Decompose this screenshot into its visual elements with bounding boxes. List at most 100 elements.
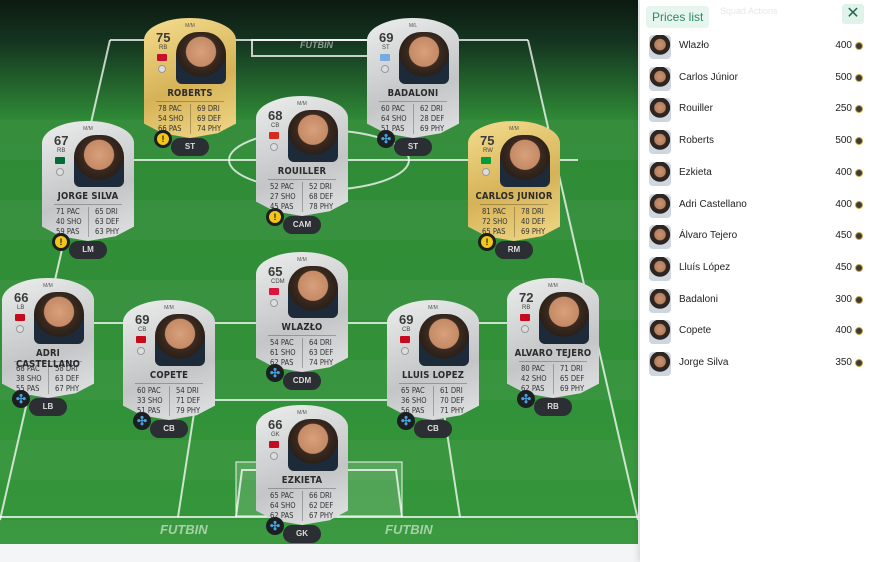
card-top-label: M/M xyxy=(297,101,307,107)
card-stat-column: 78 DRI 40 DEF 69 PHY xyxy=(521,207,550,237)
club-badge-icon xyxy=(137,347,145,355)
price-row[interactable]: Roberts 500 xyxy=(646,127,866,157)
card-stats: 65 PAC 64 SHO 62 PAS 66 DRI 62 DEF 67 PHY xyxy=(270,491,338,521)
price-value: 500 xyxy=(835,135,852,147)
player-avatar xyxy=(649,352,671,376)
card-stats: 60 PAC 33 SHO 51 PAS 54 DRI 71 DEF 79 PHY xyxy=(137,386,205,416)
coin-icon xyxy=(855,168,863,177)
player-card-carlos-junior[interactable]: M/M 75 RW CARLOS JUNIOR 81 PAC 72 SHO 65 PAS 78… xyxy=(468,121,560,241)
player-photo xyxy=(500,135,550,187)
card-divider xyxy=(156,101,224,102)
player-card-lluis-lopez[interactable]: M/M 69 CB LLUIS LOPEZ 65 PAC 36 SHO 56 PAS 61 D… xyxy=(387,300,479,420)
coin-icon xyxy=(855,327,863,336)
card-rating: 75 xyxy=(156,30,171,45)
player-photo xyxy=(155,314,205,366)
position-badge-wlazlo: CDM xyxy=(283,372,321,390)
player-card-wlazlo[interactable]: M/M 65 CDM WLAZŁO 54 PAC 61 SHO 62 PAS 64 DRI 63… xyxy=(256,252,348,372)
card-stat: 54 SHO xyxy=(158,114,184,123)
card-stat: 64 SHO xyxy=(381,114,407,123)
player-card-copete[interactable]: M/M 69 CB COPETE 60 PAC 33 SHO 51 PAS 54 DRI 71 … xyxy=(123,300,215,420)
card-stat: 33 SHO xyxy=(137,396,163,405)
price-player-name: Jorge Silva xyxy=(679,357,729,368)
price-value: 400 xyxy=(835,325,852,337)
price-player-name: Wlazło xyxy=(679,40,710,51)
card-name: ROBERTS xyxy=(167,88,213,99)
coin-icon xyxy=(855,359,863,367)
futbin-watermark-left: FUTBIN xyxy=(160,522,208,537)
card-top-label: M/M xyxy=(83,126,93,132)
position-badge-roberts: ST xyxy=(171,138,209,156)
card-divider xyxy=(14,361,82,362)
player-avatar xyxy=(649,98,671,123)
card-stat-column: 54 DRI 71 DEF 79 PHY xyxy=(176,386,205,416)
coin-icon xyxy=(855,200,863,209)
card-top-label: M/M xyxy=(428,305,438,311)
price-row[interactable]: Wlazło 400 xyxy=(646,32,866,62)
player-card-jorge-silva[interactable]: M/M 67 RB JORGE SILVA 71 PAC 40 SHO 59 PAS 65 D… xyxy=(42,121,134,241)
card-stat-column: 62 DRI 28 DEF 69 PHY xyxy=(420,104,449,134)
player-photo xyxy=(419,314,469,366)
player-card-alvaro-tejero[interactable]: M/M 72 RB ALVARO TEJERO 80 PAC 42 SHO 62 PAS 71… xyxy=(507,278,599,398)
player-card-adri-castellano[interactable]: M/M 66 LB ADRI CASTELLANO 68 PAC 38 SHO 55 PAS… xyxy=(2,278,94,398)
card-position: RW xyxy=(483,148,493,154)
player-card-badaloni[interactable]: M/L 69 ST BADALONI 60 PAC 64 SHO 51 PAS 62 DRI 2… xyxy=(367,18,459,138)
nation-flag-icon xyxy=(400,336,410,343)
player-card-ezkieta[interactable]: M/M 66 GK EZKIETA 65 PAC 64 SHO 62 PAS 66 DRI 62… xyxy=(256,405,348,525)
price-value: 450 xyxy=(835,261,852,273)
club-badge-icon xyxy=(482,168,490,176)
club-badge-icon xyxy=(381,65,389,73)
player-card-rouiller[interactable]: M/M 68 CB ROUILLER 52 PAC 27 SHO 45 PAS 52 DRI 6… xyxy=(256,96,348,216)
nation-flag-icon xyxy=(157,54,167,61)
player-photo xyxy=(176,32,226,84)
card-rating: 68 xyxy=(268,108,283,123)
card-position: CB xyxy=(271,123,280,129)
price-value: 300 xyxy=(835,293,852,305)
card-top-label: M/M xyxy=(164,305,174,311)
card-position: GK xyxy=(271,432,280,438)
card-stat-column: 52 DRI 68 DEF 78 PHY xyxy=(309,182,338,212)
price-row[interactable]: Ezkieta 400 xyxy=(646,159,866,189)
nation-flag-icon xyxy=(481,157,491,164)
warning-icon: ! xyxy=(52,233,70,251)
price-row[interactable]: Carlos Júnior 500 xyxy=(646,64,866,94)
card-top-label: M/M xyxy=(43,283,53,289)
card-stat: 65 PAC xyxy=(401,386,425,395)
card-position: CDM xyxy=(271,279,285,285)
position-badge-carlos-junior: RM xyxy=(495,241,533,259)
card-top-label: M/M xyxy=(548,283,558,289)
price-player-name: Álvaro Tejero xyxy=(679,230,738,242)
card-stat: 64 DRI xyxy=(309,338,333,347)
price-row[interactable]: Lluís López 450 xyxy=(646,254,866,284)
card-stat: 63 PHY xyxy=(95,227,120,236)
price-row[interactable]: Jorge Silva 350 xyxy=(646,349,866,379)
card-divider xyxy=(268,488,336,489)
card-divider xyxy=(480,204,548,205)
price-row[interactable]: Álvaro Tejero 450 xyxy=(646,222,866,252)
card-stat: 54 DRI xyxy=(176,386,200,395)
card-stats: 68 PAC 38 SHO 55 PAS 58 DRI 63 DEF 67 PHY xyxy=(16,364,84,394)
card-stats: 52 PAC 27 SHO 45 PAS 52 DRI 68 DEF 78 PHY xyxy=(270,182,338,212)
chemistry-icon: ✣ xyxy=(517,390,535,408)
chemistry-icon: ✣ xyxy=(133,412,151,430)
card-stat: 79 PHY xyxy=(176,406,201,415)
price-row[interactable]: Copete 400 xyxy=(646,317,866,347)
club-badge-icon xyxy=(270,143,278,151)
card-name: CARLOS JUNIOR xyxy=(475,191,553,202)
card-rating: 69 xyxy=(399,312,414,327)
player-avatar xyxy=(649,66,671,91)
card-position: CB xyxy=(138,327,147,333)
nation-flag-icon xyxy=(520,314,530,321)
card-divider xyxy=(519,361,587,362)
close-icon[interactable]: ✕ xyxy=(842,4,864,24)
card-stat: 54 PAC xyxy=(270,338,294,347)
card-stat: 69 PHY xyxy=(420,124,445,133)
price-row[interactable]: Badaloni 300 xyxy=(646,286,866,316)
player-card-roberts[interactable]: M/M 75 RB ROBERTS 78 PAC 54 SHO 66 PAS 69 DRI 69… xyxy=(144,18,236,138)
club-badge-icon xyxy=(270,452,278,460)
card-name: ALVARO TEJERO xyxy=(514,348,592,359)
price-row[interactable]: Adri Castellano 400 xyxy=(646,191,866,221)
prices-list-panel: Squad Actions Prices list ✕ Wlazło 400 Car… xyxy=(640,0,870,562)
squad-actions-tab[interactable]: Squad Actions xyxy=(720,6,778,16)
price-row[interactable]: Rouiller 250 xyxy=(646,95,866,125)
player-photo xyxy=(288,110,338,162)
